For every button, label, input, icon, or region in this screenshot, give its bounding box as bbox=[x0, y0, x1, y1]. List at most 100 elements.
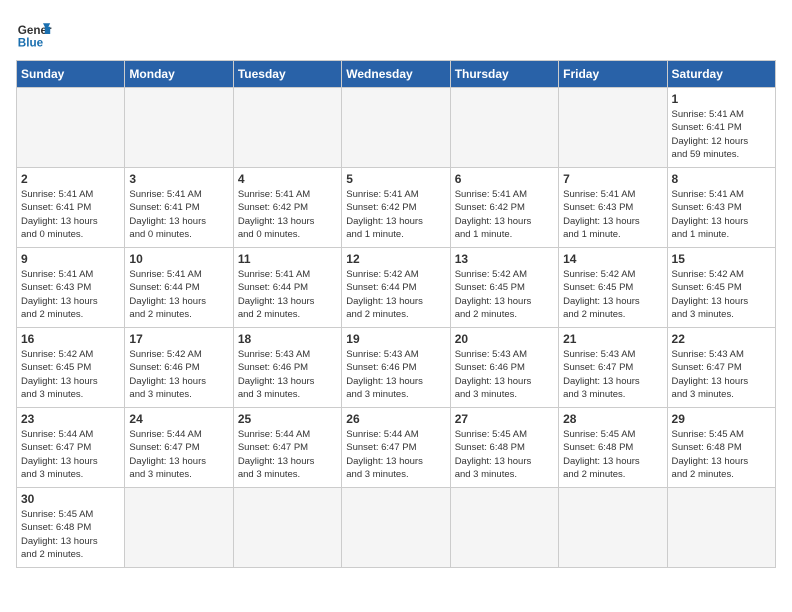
calendar-cell: 4 Sunrise: 5:41 AM Sunset: 6:42 PM Daylig… bbox=[233, 168, 341, 248]
day-info: Sunrise: 5:42 AM Sunset: 6:45 PM Dayligh… bbox=[21, 348, 120, 401]
calendar-week-5: 23 Sunrise: 5:44 AM Sunset: 6:47 PM Dayli… bbox=[17, 408, 776, 488]
day-info: Sunrise: 5:41 AM Sunset: 6:42 PM Dayligh… bbox=[455, 188, 554, 241]
calendar-cell: 8 Sunrise: 5:41 AM Sunset: 6:43 PM Daylig… bbox=[667, 168, 775, 248]
weekday-header-wednesday: Wednesday bbox=[342, 61, 450, 88]
calendar-cell: 13 Sunrise: 5:42 AM Sunset: 6:45 PM Dayli… bbox=[450, 248, 558, 328]
day-number: 15 bbox=[672, 252, 771, 266]
day-info: Sunrise: 5:42 AM Sunset: 6:45 PM Dayligh… bbox=[455, 268, 554, 321]
calendar-cell bbox=[125, 88, 233, 168]
day-info: Sunrise: 5:45 AM Sunset: 6:48 PM Dayligh… bbox=[672, 428, 771, 481]
calendar-cell: 15 Sunrise: 5:42 AM Sunset: 6:45 PM Dayli… bbox=[667, 248, 775, 328]
calendar-week-3: 9 Sunrise: 5:41 AM Sunset: 6:43 PM Daylig… bbox=[17, 248, 776, 328]
calendar-cell bbox=[559, 88, 667, 168]
calendar-cell: 10Sunrise: 5:41 AM Sunset: 6:44 PM Dayli… bbox=[125, 248, 233, 328]
day-info: Sunrise: 5:42 AM Sunset: 6:45 PM Dayligh… bbox=[563, 268, 662, 321]
day-number: 28 bbox=[563, 412, 662, 426]
day-info: Sunrise: 5:41 AM Sunset: 6:43 PM Dayligh… bbox=[563, 188, 662, 241]
day-info: Sunrise: 5:41 AM Sunset: 6:41 PM Dayligh… bbox=[129, 188, 228, 241]
weekday-header-row: SundayMondayTuesdayWednesdayThursdayFrid… bbox=[17, 61, 776, 88]
calendar-cell bbox=[450, 488, 558, 568]
weekday-header-tuesday: Tuesday bbox=[233, 61, 341, 88]
calendar-cell bbox=[559, 488, 667, 568]
day-number: 24 bbox=[129, 412, 228, 426]
calendar-cell: 22Sunrise: 5:43 AM Sunset: 6:47 PM Dayli… bbox=[667, 328, 775, 408]
day-info: Sunrise: 5:42 AM Sunset: 6:46 PM Dayligh… bbox=[129, 348, 228, 401]
calendar-cell: 17 Sunrise: 5:42 AM Sunset: 6:46 PM Dayli… bbox=[125, 328, 233, 408]
day-info: Sunrise: 5:41 AM Sunset: 6:41 PM Dayligh… bbox=[672, 108, 771, 161]
logo-icon: General Blue bbox=[16, 16, 52, 52]
day-info: Sunrise: 5:44 AM Sunset: 6:47 PM Dayligh… bbox=[346, 428, 445, 481]
day-info: Sunrise: 5:42 AM Sunset: 6:45 PM Dayligh… bbox=[672, 268, 771, 321]
day-number: 9 bbox=[21, 252, 120, 266]
calendar-cell: 30 Sunrise: 5:45 AM Sunset: 6:48 PM Dayli… bbox=[17, 488, 125, 568]
calendar-cell: 24 Sunrise: 5:44 AM Sunset: 6:47 PM Dayli… bbox=[125, 408, 233, 488]
day-info: Sunrise: 5:41 AM Sunset: 6:43 PM Dayligh… bbox=[672, 188, 771, 241]
day-info: Sunrise: 5:43 AM Sunset: 6:47 PM Dayligh… bbox=[563, 348, 662, 401]
header: General Blue bbox=[16, 16, 776, 52]
day-number: 19 bbox=[346, 332, 445, 346]
day-number: 7 bbox=[563, 172, 662, 186]
day-info: Sunrise: 5:41 AM Sunset: 6:41 PM Dayligh… bbox=[21, 188, 120, 241]
calendar-cell bbox=[233, 488, 341, 568]
day-info: Sunrise: 5:43 AM Sunset: 6:46 PM Dayligh… bbox=[238, 348, 337, 401]
day-info: Sunrise: 5:43 AM Sunset: 6:46 PM Dayligh… bbox=[346, 348, 445, 401]
day-info: Sunrise: 5:45 AM Sunset: 6:48 PM Dayligh… bbox=[455, 428, 554, 481]
calendar-cell: 12Sunrise: 5:42 AM Sunset: 6:44 PM Dayli… bbox=[342, 248, 450, 328]
day-number: 6 bbox=[455, 172, 554, 186]
calendar-cell bbox=[233, 88, 341, 168]
day-info: Sunrise: 5:41 AM Sunset: 6:43 PM Dayligh… bbox=[21, 268, 120, 321]
day-number: 30 bbox=[21, 492, 120, 506]
calendar-cell: 27 Sunrise: 5:45 AM Sunset: 6:48 PM Dayli… bbox=[450, 408, 558, 488]
calendar-cell bbox=[342, 88, 450, 168]
calendar-cell bbox=[667, 488, 775, 568]
day-number: 23 bbox=[21, 412, 120, 426]
day-info: Sunrise: 5:45 AM Sunset: 6:48 PM Dayligh… bbox=[21, 508, 120, 561]
calendar-cell: 1 Sunrise: 5:41 AM Sunset: 6:41 PM Daylig… bbox=[667, 88, 775, 168]
day-number: 5 bbox=[346, 172, 445, 186]
day-number: 16 bbox=[21, 332, 120, 346]
day-number: 27 bbox=[455, 412, 554, 426]
calendar-cell: 20Sunrise: 5:43 AM Sunset: 6:46 PM Dayli… bbox=[450, 328, 558, 408]
calendar-table: SundayMondayTuesdayWednesdayThursdayFrid… bbox=[16, 60, 776, 568]
day-number: 17 bbox=[129, 332, 228, 346]
day-info: Sunrise: 5:41 AM Sunset: 6:44 PM Dayligh… bbox=[129, 268, 228, 321]
day-number: 21 bbox=[563, 332, 662, 346]
calendar-cell bbox=[342, 488, 450, 568]
day-info: Sunrise: 5:41 AM Sunset: 6:42 PM Dayligh… bbox=[238, 188, 337, 241]
day-info: Sunrise: 5:44 AM Sunset: 6:47 PM Dayligh… bbox=[21, 428, 120, 481]
calendar-cell bbox=[17, 88, 125, 168]
day-number: 2 bbox=[21, 172, 120, 186]
day-number: 18 bbox=[238, 332, 337, 346]
calendar-week-1: 1 Sunrise: 5:41 AM Sunset: 6:41 PM Daylig… bbox=[17, 88, 776, 168]
svg-text:Blue: Blue bbox=[18, 37, 44, 50]
calendar-cell: 19 Sunrise: 5:43 AM Sunset: 6:46 PM Dayli… bbox=[342, 328, 450, 408]
calendar-cell: 26 Sunrise: 5:44 AM Sunset: 6:47 PM Dayli… bbox=[342, 408, 450, 488]
day-info: Sunrise: 5:41 AM Sunset: 6:42 PM Dayligh… bbox=[346, 188, 445, 241]
day-number: 8 bbox=[672, 172, 771, 186]
day-number: 14 bbox=[563, 252, 662, 266]
calendar-cell: 21 Sunrise: 5:43 AM Sunset: 6:47 PM Dayli… bbox=[559, 328, 667, 408]
day-number: 13 bbox=[455, 252, 554, 266]
weekday-header-thursday: Thursday bbox=[450, 61, 558, 88]
day-info: Sunrise: 5:42 AM Sunset: 6:44 PM Dayligh… bbox=[346, 268, 445, 321]
calendar-cell bbox=[125, 488, 233, 568]
weekday-header-sunday: Sunday bbox=[17, 61, 125, 88]
day-number: 26 bbox=[346, 412, 445, 426]
calendar-cell: 3Sunrise: 5:41 AM Sunset: 6:41 PM Daylig… bbox=[125, 168, 233, 248]
calendar-cell: 16 Sunrise: 5:42 AM Sunset: 6:45 PM Dayli… bbox=[17, 328, 125, 408]
day-number: 25 bbox=[238, 412, 337, 426]
day-number: 1 bbox=[672, 92, 771, 106]
day-info: Sunrise: 5:44 AM Sunset: 6:47 PM Dayligh… bbox=[238, 428, 337, 481]
calendar-week-4: 16 Sunrise: 5:42 AM Sunset: 6:45 PM Dayli… bbox=[17, 328, 776, 408]
calendar-cell: 7 Sunrise: 5:41 AM Sunset: 6:43 PM Daylig… bbox=[559, 168, 667, 248]
calendar-cell: 25 Sunrise: 5:44 AM Sunset: 6:47 PM Dayli… bbox=[233, 408, 341, 488]
day-info: Sunrise: 5:43 AM Sunset: 6:46 PM Dayligh… bbox=[455, 348, 554, 401]
day-number: 4 bbox=[238, 172, 337, 186]
calendar-cell: 23 Sunrise: 5:44 AM Sunset: 6:47 PM Dayli… bbox=[17, 408, 125, 488]
day-info: Sunrise: 5:43 AM Sunset: 6:47 PM Dayligh… bbox=[672, 348, 771, 401]
calendar-cell: 11Sunrise: 5:41 AM Sunset: 6:44 PM Dayli… bbox=[233, 248, 341, 328]
day-number: 29 bbox=[672, 412, 771, 426]
day-info: Sunrise: 5:44 AM Sunset: 6:47 PM Dayligh… bbox=[129, 428, 228, 481]
calendar-cell: 6 Sunrise: 5:41 AM Sunset: 6:42 PM Daylig… bbox=[450, 168, 558, 248]
calendar-week-6: 30 Sunrise: 5:45 AM Sunset: 6:48 PM Dayli… bbox=[17, 488, 776, 568]
